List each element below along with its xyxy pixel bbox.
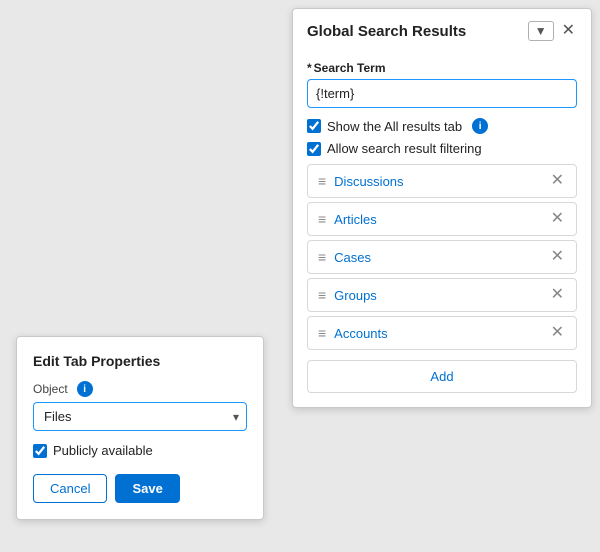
remove-item-button[interactable]: ✕ [549, 249, 566, 265]
object-select-wrapper: Files Documents Images ▾ [33, 402, 247, 431]
add-button[interactable]: Add [307, 360, 577, 393]
publicly-available-checkbox[interactable] [33, 444, 47, 458]
cancel-button[interactable]: Cancel [33, 474, 107, 503]
result-item: ≡ Accounts ✕ [307, 316, 577, 350]
result-item-left: ≡ Discussions [318, 173, 404, 189]
show-all-results-row: Show the All results tab i [307, 118, 577, 134]
edit-tab-panel: Edit Tab Properties Object i Files Docum… [16, 336, 264, 520]
object-label: Object i [33, 381, 247, 397]
result-item-name: Discussions [334, 174, 403, 189]
remove-item-button[interactable]: ✕ [549, 325, 566, 341]
drag-handle-icon[interactable]: ≡ [318, 325, 326, 341]
object-info-icon[interactable]: i [77, 381, 93, 397]
show-all-info-icon[interactable]: i [472, 118, 488, 134]
drag-handle-icon[interactable]: ≡ [318, 287, 326, 303]
result-item-left: ≡ Articles [318, 211, 377, 227]
object-select[interactable]: Files Documents Images [33, 402, 247, 431]
publicly-available-row: Publicly available [33, 443, 247, 458]
dropdown-button[interactable]: ▼ [528, 21, 554, 41]
publicly-available-label: Publicly available [53, 443, 153, 458]
edit-tab-actions: Cancel Save [33, 474, 247, 503]
close-button[interactable]: ✕ [560, 23, 577, 39]
search-term-label: *Search Term [307, 61, 577, 75]
allow-filtering-checkbox[interactable] [307, 142, 321, 156]
result-items-list: ≡ Discussions ✕ ≡ Articles ✕ ≡ Cases ✕ ≡… [307, 164, 577, 354]
result-item: ≡ Cases ✕ [307, 240, 577, 274]
search-term-input[interactable] [307, 79, 577, 108]
result-item-left: ≡ Cases [318, 249, 371, 265]
drag-handle-icon[interactable]: ≡ [318, 211, 326, 227]
remove-item-button[interactable]: ✕ [549, 211, 566, 227]
remove-item-button[interactable]: ✕ [549, 287, 566, 303]
result-item: ≡ Articles ✕ [307, 202, 577, 236]
result-item: ≡ Groups ✕ [307, 278, 577, 312]
show-all-label: Show the All results tab [327, 119, 462, 134]
edit-tab-title: Edit Tab Properties [33, 353, 247, 369]
result-item: ≡ Discussions ✕ [307, 164, 577, 198]
panel-header-actions: ▼ ✕ [528, 21, 577, 41]
allow-filtering-label: Allow search result filtering [327, 141, 482, 156]
allow-filtering-row: Allow search result filtering [307, 141, 577, 156]
result-item-left: ≡ Accounts [318, 325, 388, 341]
panel-body: *Search Term Show the All results tab i … [293, 51, 591, 407]
panel-header: Global Search Results ▼ ✕ [293, 9, 591, 51]
panel-title: Global Search Results [307, 23, 466, 40]
show-all-checkbox[interactable] [307, 119, 321, 133]
required-star: * [307, 61, 312, 75]
result-item-name: Accounts [334, 326, 387, 341]
global-search-panel: Global Search Results ▼ ✕ *Search Term S… [292, 8, 592, 408]
result-item-left: ≡ Groups [318, 287, 377, 303]
result-item-name: Groups [334, 288, 377, 303]
result-item-name: Articles [334, 212, 377, 227]
result-item-name: Cases [334, 250, 371, 265]
drag-handle-icon[interactable]: ≡ [318, 173, 326, 189]
drag-handle-icon[interactable]: ≡ [318, 249, 326, 265]
remove-item-button[interactable]: ✕ [549, 173, 566, 189]
save-button[interactable]: Save [115, 474, 179, 503]
